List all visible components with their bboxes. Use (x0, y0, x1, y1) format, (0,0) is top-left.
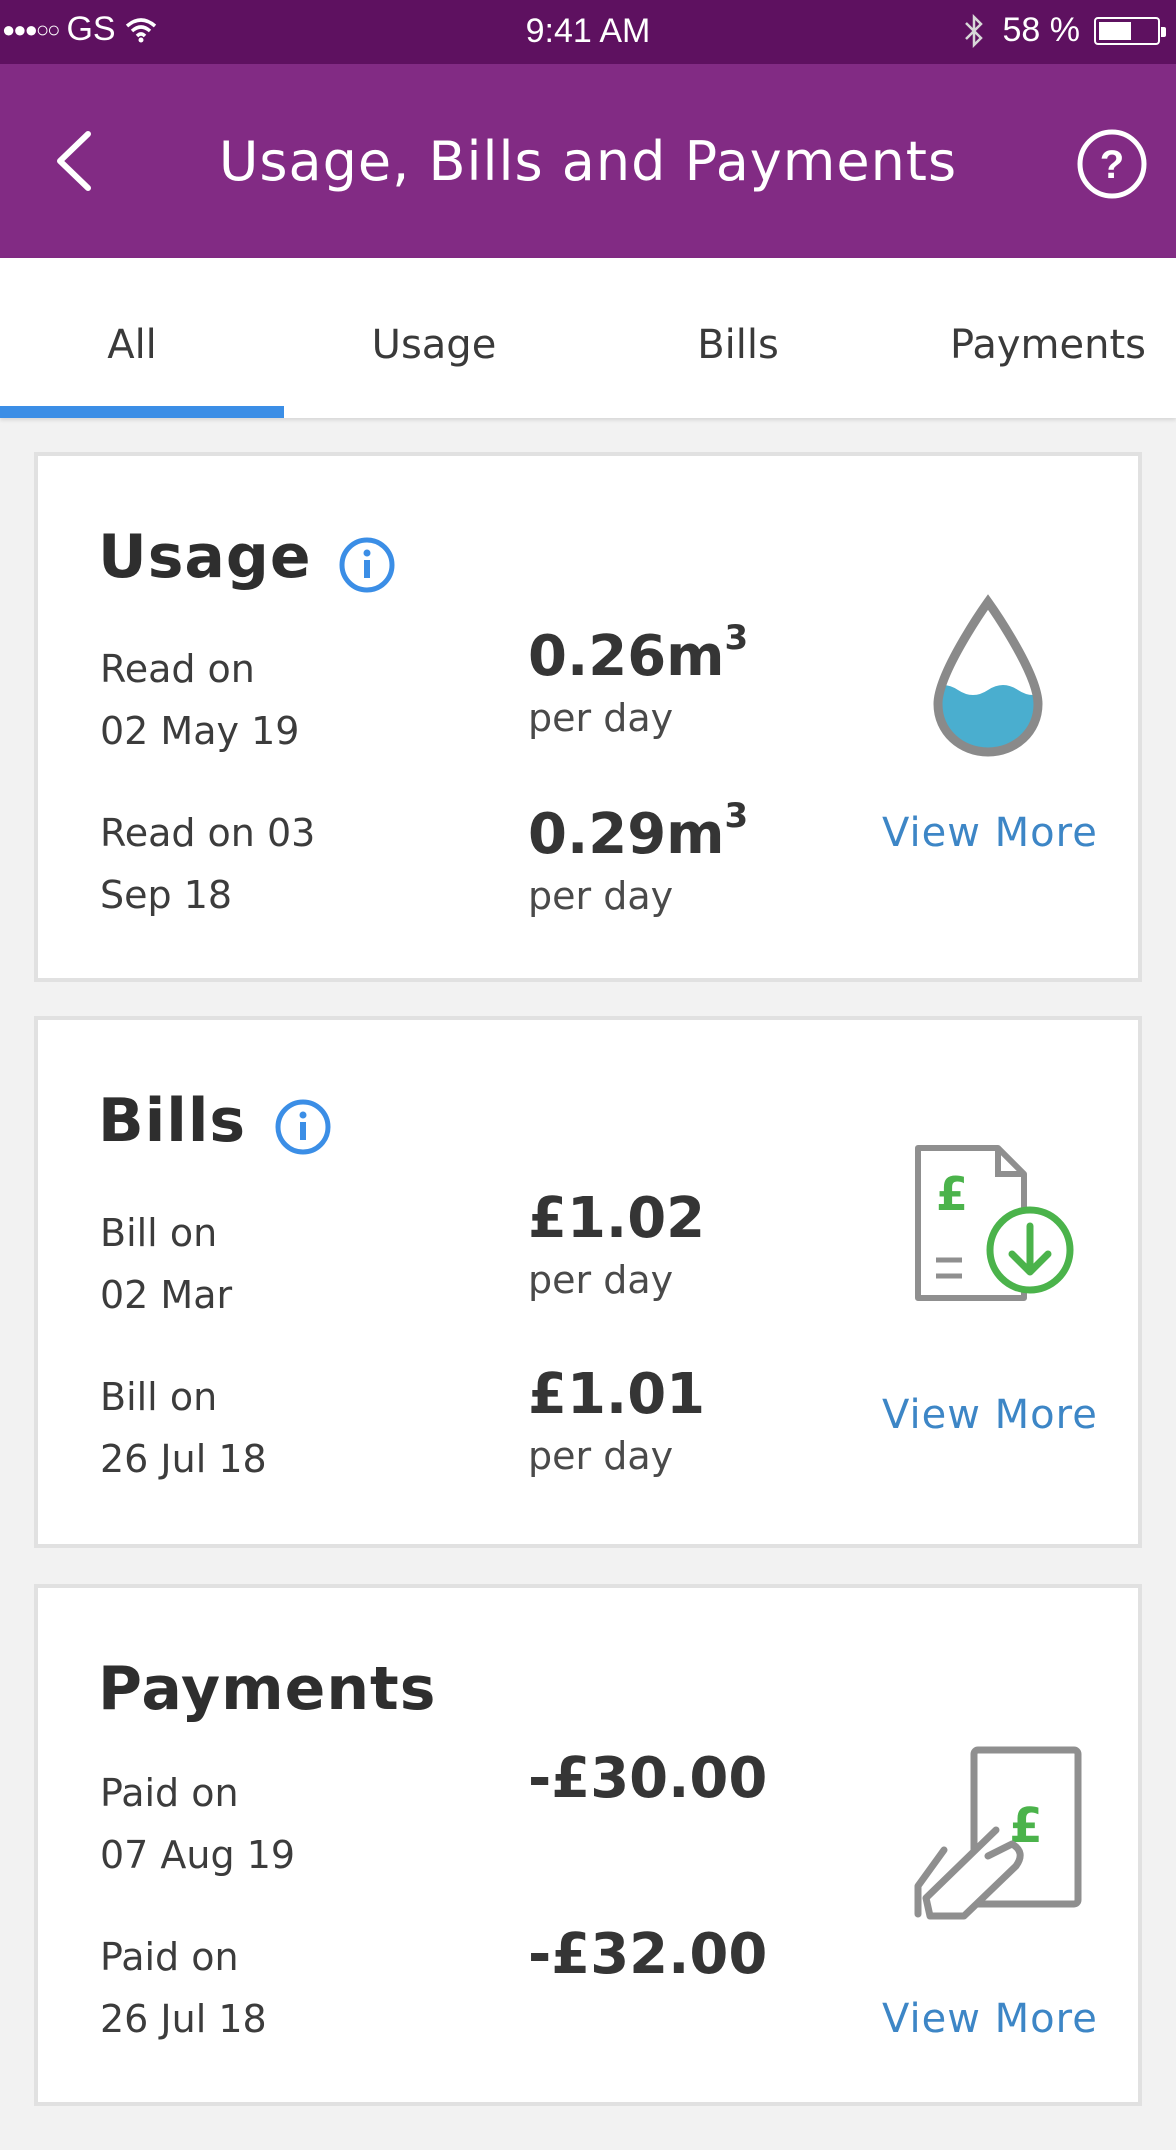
usage-row-1-value-superscript: 3 (724, 618, 749, 659)
usage-row-1-label-line2: 02 May 19 (100, 709, 300, 753)
payments-row-2-label: Paid on 26 Jul 18 (100, 1926, 267, 2050)
tab-all[interactable]: All (0, 322, 264, 368)
bills-card: Bills Bill on 02 Mar £1.02 per day Bill … (34, 1016, 1142, 1548)
payments-row-2-label-line2: 26 Jul 18 (100, 1997, 267, 2041)
usage-card-title: Usage (98, 522, 312, 592)
bills-row-2-value: £1.01 (528, 1362, 706, 1427)
info-icon[interactable] (338, 536, 396, 594)
bills-row-1-label-line1: Bill on (100, 1211, 218, 1255)
bill-download-icon: £ (915, 1145, 1074, 1301)
battery-nub (1161, 26, 1166, 37)
usage-row-1-value: 0.26m3 (528, 618, 748, 689)
status-right: 58 % (963, 11, 1166, 50)
payments-row-1-value: -£30.00 (528, 1746, 768, 1811)
usage-row-2-unit: per day (528, 874, 674, 918)
payments-row-1-label: Paid on 07 Aug 19 (100, 1762, 295, 1886)
usage-row-2-value-number: 0.29m (528, 802, 725, 867)
usage-row-1-label-line1: Read on (100, 647, 255, 691)
tab-usage[interactable]: Usage (324, 322, 544, 368)
bluetooth-icon (964, 13, 983, 48)
tab-bar: All Usage Bills Payments (0, 258, 1176, 418)
usage-row-2-label-line1: Read on 03 (100, 811, 316, 855)
bills-view-more-link[interactable]: View More (882, 1392, 1098, 1438)
usage-card: Usage Read on 02 May 19 0.26m3 per day R… (34, 452, 1142, 982)
nav-bar: Usage, Bills and Payments ? (0, 64, 1176, 258)
bills-row-1-value: £1.02 (528, 1186, 706, 1251)
question-circle-icon[interactable]: ? (1076, 128, 1148, 200)
payments-row-2-label-line1: Paid on (100, 1935, 239, 1979)
usage-row-2-label: Read on 03 Sep 18 (100, 802, 315, 926)
payments-view-more-link[interactable]: View More (882, 1996, 1098, 2042)
usage-view-more-link[interactable]: View More (882, 810, 1098, 856)
payments-row-2-value: -£32.00 (528, 1922, 768, 1987)
usage-row-2-value: 0.29m3 (528, 796, 748, 867)
battery-fill (1099, 21, 1131, 40)
battery-percent: 58 % (1002, 11, 1081, 49)
bills-row-2-label-line1: Bill on (100, 1375, 218, 1419)
bills-row-2-label-line2: 26 Jul 18 (100, 1437, 267, 1481)
bills-row-2-label: Bill on 26 Jul 18 (100, 1366, 267, 1490)
bills-row-2-unit: per day (528, 1434, 674, 1478)
bills-card-title: Bills (98, 1086, 247, 1156)
bill-icon-symbol: £ (936, 1167, 968, 1221)
hand-payment-icon: £ (914, 1746, 1082, 1920)
usage-row-1-label: Read on 02 May 19 (100, 638, 299, 762)
tab-payments[interactable]: Payments (920, 322, 1176, 368)
info-icon[interactable] (274, 1098, 332, 1156)
battery-icon (1094, 16, 1166, 45)
payments-card-title: Payments (98, 1654, 437, 1724)
usage-row-1-unit: per day (528, 696, 674, 740)
tab-bills[interactable]: Bills (628, 322, 848, 368)
bills-row-1-unit: per day (528, 1258, 674, 1302)
payments-row-1-label-line1: Paid on (100, 1771, 239, 1815)
payments-card: Payments Paid on 07 Aug 19 -£30.00 Paid … (34, 1584, 1142, 2106)
bills-row-1-label: Bill on 02 Mar (100, 1202, 232, 1326)
status-bar: ●●●○○ GS 9:41 AM 58 % (0, 0, 1176, 64)
bills-row-1-label-line2: 02 Mar (100, 1273, 233, 1317)
usage-row-1-value-number: 0.26m (528, 624, 725, 689)
water-drop-icon (933, 594, 1043, 757)
tab-selected-indicator (0, 406, 284, 418)
usage-row-2-value-superscript: 3 (724, 796, 749, 837)
svg-text:?: ? (1100, 143, 1124, 187)
page-title: Usage, Bills and Payments (218, 130, 958, 193)
usage-row-2-label-line2: Sep 18 (100, 873, 233, 917)
payments-row-1-label-line2: 07 Aug 19 (100, 1833, 296, 1877)
